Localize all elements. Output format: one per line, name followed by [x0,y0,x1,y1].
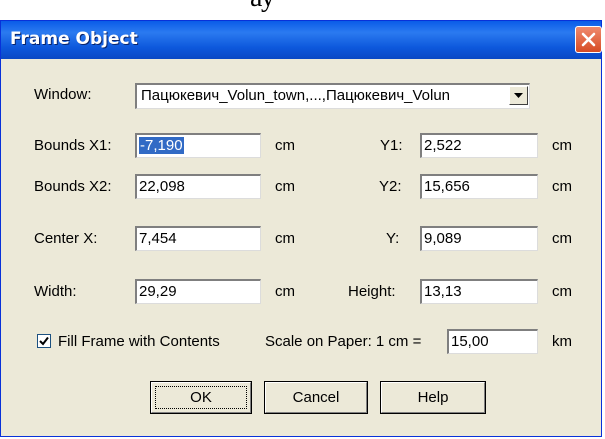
width-label: Width: [34,283,77,300]
ok-button-label: OK [190,389,212,406]
bounds-x2-input[interactable]: 22,098 [135,174,261,199]
bounds-x1-input[interactable]: -7,190 [135,133,261,158]
fill-frame-label[interactable]: Fill Frame with Contents [58,333,220,350]
height-unit: cm [552,283,572,300]
window-select[interactable]: Пацюкевич_Volun_town,...,Пацюкевич_Volun [135,83,530,109]
y2-label: Y2: [379,178,402,195]
bounds-x1-value: -7,190 [139,137,184,154]
y1-unit: cm [552,137,572,154]
scale-label: Scale on Paper: 1 cm = [265,333,422,350]
ok-button[interactable]: OK [150,381,252,414]
center-y-input[interactable]: 9,089 [420,226,538,251]
height-input[interactable]: 13,13 [420,279,538,304]
scale-unit: km [552,333,572,350]
window-select-value: Пацюкевич_Volun_town,...,Пацюкевич_Volun [141,87,451,104]
fill-frame-checkbox[interactable] [37,334,51,348]
bounds-x2-label: Bounds X2: [34,178,112,195]
close-icon [581,32,596,47]
center-y-label: Y: [386,230,400,247]
y1-input[interactable]: 2,522 [420,133,538,158]
width-input[interactable]: 29,29 [135,279,261,304]
y2-unit: cm [552,178,572,195]
center-x-unit: cm [275,230,295,247]
help-button-label: Help [417,389,449,406]
cancel-button-label: Cancel [292,389,340,406]
window-select-dropdown-button[interactable] [509,86,528,105]
center-x-input[interactable]: 7,454 [135,226,261,251]
chevron-down-icon [514,93,523,98]
center-x-label: Center X: [34,230,98,247]
window-label: Window: [34,86,92,103]
cancel-button[interactable]: Cancel [264,381,368,414]
bounds-x2-unit: cm [275,178,295,195]
y2-input[interactable]: 15,656 [420,174,538,199]
height-label: Height: [348,283,396,300]
y1-label: Y1: [380,137,403,154]
help-button[interactable]: Help [380,381,486,414]
width-unit: cm [275,283,295,300]
scale-input[interactable]: 15,00 [447,329,538,354]
title-bar[interactable]: Frame Object [1,21,602,59]
bounds-x1-label: Bounds X1: [34,137,112,154]
close-button[interactable] [575,26,602,53]
dialog-title: Frame Object [10,29,138,49]
checkmark-icon [39,336,49,346]
bounds-x1-unit: cm [275,137,295,154]
center-y-unit: cm [552,230,572,247]
page-heading: ау [250,0,275,14]
